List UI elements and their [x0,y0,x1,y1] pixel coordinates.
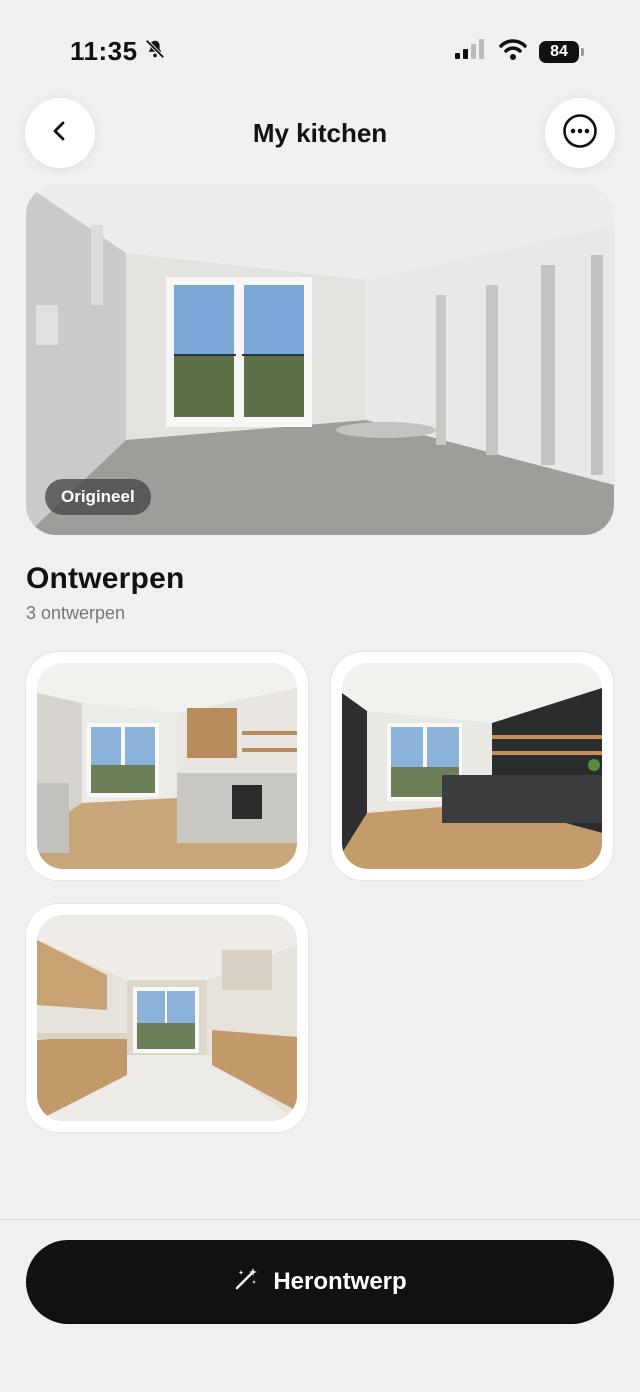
ellipsis-circle-icon [562,113,598,154]
status-indicators: 84 [455,38,584,65]
status-time-group: 11:35 [70,36,166,67]
redesign-button-label: Herontwerp [273,1268,407,1295]
more-options-button[interactable] [545,98,615,168]
battery-indicator: 84 [539,40,584,63]
battery-level: 84 [539,40,579,63]
designs-heading: Ontwerpen [26,562,185,595]
status-bar: 11:35 84 [0,0,640,100]
battery-tip [581,47,584,56]
redesign-button[interactable]: Herontwerp [26,1240,614,1324]
bell-slash-icon [144,36,166,67]
design-card-2[interactable] [331,652,613,880]
magic-wand-icon [233,1266,259,1299]
design-3-image [37,915,297,1121]
bottom-divider [0,1219,640,1220]
design-card-1[interactable] [26,652,308,880]
wifi-icon [499,38,527,65]
design-1-image [37,663,297,869]
design-card-3[interactable] [26,904,308,1132]
status-time: 11:35 [70,36,138,66]
cellular-signal-icon [455,39,487,64]
page-title: My kitchen [252,118,388,148]
original-photo[interactable]: Origineel [26,185,614,535]
original-badge: Origineel [45,479,151,515]
designs-count: 3 ontwerpen [26,603,126,623]
design-2-image [342,663,602,869]
